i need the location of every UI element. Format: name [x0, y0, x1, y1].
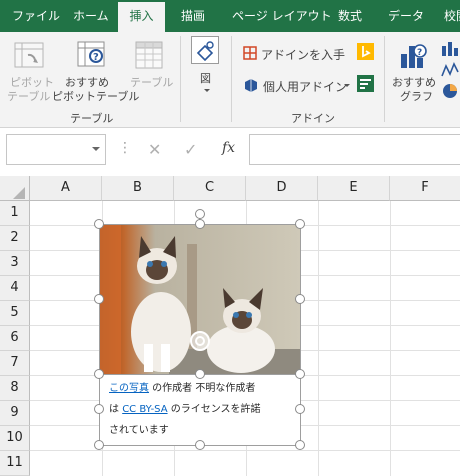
tab-formulas[interactable]: 数式: [338, 0, 362, 32]
row-header-11[interactable]: 11: [0, 451, 30, 476]
group-separator: [180, 36, 181, 122]
store-icon: [243, 46, 257, 60]
resize-handle-top-right[interactable]: [295, 219, 305, 229]
row-header-2[interactable]: 2: [0, 226, 30, 251]
svg-text:?: ?: [93, 52, 99, 63]
recommended-charts-icon: ?: [401, 44, 427, 68]
cancel-icon[interactable]: ✕: [148, 140, 161, 159]
caption-handle-bottom-right[interactable]: [295, 440, 305, 450]
row-header-9[interactable]: 9: [0, 401, 30, 426]
name-box[interactable]: [6, 134, 106, 165]
row-header-7[interactable]: 7: [0, 351, 30, 376]
rotation-handle[interactable]: [195, 209, 205, 219]
pivot-label-2: テーブル: [7, 90, 51, 103]
row-header-3[interactable]: 3: [0, 251, 30, 276]
tab-draw[interactable]: 描画: [181, 0, 205, 32]
shapes-icon: [196, 41, 214, 61]
group-label-addins: アドイン: [291, 112, 335, 125]
get-addins-label: アドインを入手: [261, 48, 346, 62]
row-header-4[interactable]: 4: [0, 276, 30, 301]
caption-selection-frame: [99, 374, 301, 446]
column-header-b[interactable]: B: [102, 176, 174, 201]
table-icon: [135, 41, 163, 69]
pivot-table-icon: [14, 42, 44, 68]
ribbon-tab-strip: ファイル ホーム 挿入 描画 ページ レイアウト 数式 データ 校閲: [0, 0, 460, 32]
pie-chart-icon[interactable]: [440, 82, 460, 100]
row-header-6[interactable]: 6: [0, 326, 30, 351]
insert-function-icon[interactable]: fx: [222, 140, 235, 156]
formula-input[interactable]: [249, 134, 460, 165]
people-graph-icon: [357, 75, 374, 92]
tab-file[interactable]: ファイル: [12, 0, 60, 32]
row-header-8[interactable]: 8: [0, 376, 30, 401]
recommended-charts-label-2: グラフ: [400, 90, 433, 103]
name-box-dropdown-icon[interactable]: [92, 147, 100, 151]
row-header-1[interactable]: 1: [0, 201, 30, 226]
illustrations-label: 図: [200, 72, 211, 85]
row-header-10[interactable]: 10: [0, 426, 30, 451]
column-header-a[interactable]: A: [30, 176, 102, 201]
group-separator: [231, 36, 232, 122]
column-chart-icon[interactable]: [440, 40, 460, 56]
column-header-e[interactable]: E: [318, 176, 390, 201]
resize-handle-bottom-right[interactable]: [295, 369, 305, 379]
tab-home[interactable]: ホーム: [73, 0, 109, 32]
resize-handle-left[interactable]: [94, 294, 104, 304]
gridline: [390, 201, 391, 476]
rotate-icon[interactable]: [189, 330, 211, 352]
chevron-down-icon: [344, 84, 350, 87]
resize-handle-bottom[interactable]: [195, 369, 205, 379]
select-all-icon: [13, 187, 25, 199]
column-header-d[interactable]: D: [246, 176, 318, 201]
recommended-pivot-icon: ?: [77, 41, 105, 67]
bing-icon: [357, 43, 374, 60]
row-header-5[interactable]: 5: [0, 301, 30, 326]
addins-icon: [245, 79, 257, 92]
hierarchy-chart-icon[interactable]: [440, 62, 460, 78]
column-header-c[interactable]: C: [174, 176, 246, 201]
caption-handle-left[interactable]: [94, 404, 104, 414]
caption-handle-bottom-left[interactable]: [94, 440, 104, 450]
group-label-table: テーブル: [70, 112, 114, 125]
caption-handle-right[interactable]: [295, 404, 305, 414]
svg-text:?: ?: [417, 48, 422, 58]
ribbon-insert: ピボット テーブル ? おすすめ ピボットテーブル テーブル テーブル 図 アド…: [0, 32, 460, 128]
tab-insert[interactable]: 挿入: [118, 2, 165, 32]
gridline: [30, 450, 460, 451]
tab-data[interactable]: データ: [388, 0, 424, 32]
table-label: テーブル: [130, 76, 174, 89]
chevron-down-icon: [204, 89, 210, 92]
group-separator: [384, 36, 385, 122]
enter-icon[interactable]: ✓: [184, 140, 197, 159]
resize-handle-bottom-left[interactable]: [94, 369, 104, 379]
gridline: [318, 201, 319, 476]
tab-page-layout[interactable]: ページ レイアウト: [232, 0, 332, 32]
resize-handle-top-left[interactable]: [94, 219, 104, 229]
recommended-pivot-label-2: ピボットテーブル: [52, 90, 140, 103]
caption-handle-bottom[interactable]: [195, 440, 205, 450]
my-addins-label: 個人用アドイン: [263, 80, 348, 94]
resize-handle-top[interactable]: [195, 219, 205, 229]
tab-review[interactable]: 校閲: [444, 0, 460, 32]
picture-selection-frame: [99, 224, 301, 375]
column-header-f[interactable]: F: [390, 176, 460, 201]
resize-handle-right[interactable]: [295, 294, 305, 304]
formula-bar-grip-icon[interactable]: ⋮: [118, 140, 132, 156]
